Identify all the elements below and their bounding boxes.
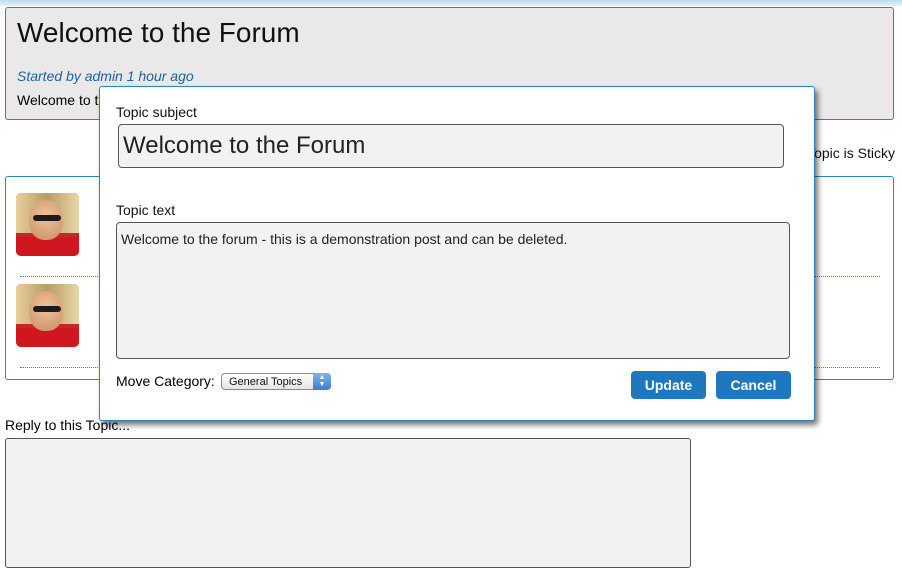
topic-title: Welcome to the Forum [17,17,300,48]
topic-preview-text: Welcome to t [17,92,99,108]
select-arrows-icon: ▲ ▼ [313,373,331,390]
edit-topic-dialog: Topic subject Topic text Welcome to the … [99,86,815,421]
sticky-label: Topic is Sticky [807,145,895,161]
topic-subject-input[interactable] [118,124,784,168]
topic-meta: Started by admin 1 hour ago [17,68,194,84]
avatar [16,193,79,256]
topic-subject-label: Topic subject [116,104,197,120]
avatar [16,284,79,347]
update-button[interactable]: Update [631,371,706,399]
reply-textarea[interactable] [5,438,691,568]
topic-text-label: Topic text [116,202,176,218]
category-select[interactable]: General Topics ▲ ▼ [221,373,331,390]
category-select-value: General Topics [229,376,303,388]
cancel-button[interactable]: Cancel [716,371,791,399]
topic-text-textarea[interactable]: Welcome to the forum - this is a demonst… [116,222,790,359]
move-category-label: Move Category: [116,373,215,389]
top-gradient-bar [0,0,902,6]
